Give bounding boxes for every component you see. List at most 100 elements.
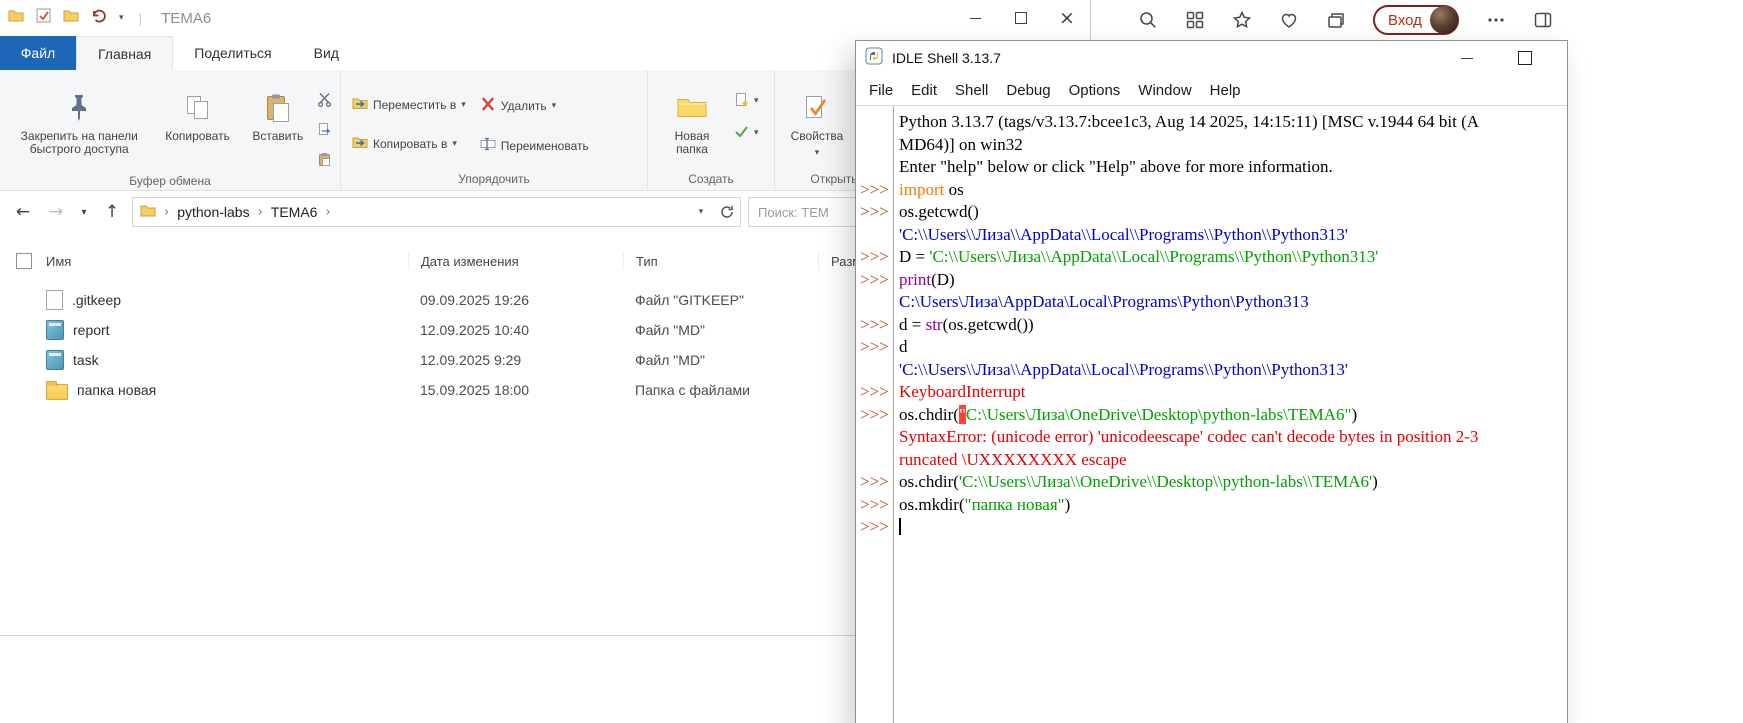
- move-to-icon: [352, 96, 368, 113]
- copy-to-icon: [352, 135, 368, 152]
- copy-path-icon[interactable]: [317, 122, 332, 142]
- rename-button[interactable]: Переименовать: [480, 137, 589, 154]
- shell-line: >>>D = 'C:\\Users\\Лиза\\AppData\\Local\…: [856, 246, 1567, 269]
- pin-to-quick-access-button[interactable]: Закрепить на панели быстрого доступа: [5, 90, 154, 156]
- menu-help[interactable]: Help: [1201, 82, 1250, 99]
- shell-line: 'C:\\Users\\Лиза\\AppData\\Local\\Progra…: [856, 359, 1567, 382]
- idle-app-icon: [865, 47, 883, 70]
- menu-file[interactable]: File: [860, 82, 902, 99]
- qat-undo-icon[interactable]: [91, 8, 107, 29]
- quick-access-toolbar: ▾ |: [8, 8, 145, 29]
- breadcrumb-python-labs[interactable]: python-labs: [177, 204, 249, 220]
- qat-properties-check-icon[interactable]: [36, 8, 51, 28]
- shell-line: >>>import os: [856, 179, 1567, 202]
- file-name: task: [73, 352, 99, 368]
- history-chevron-down-icon[interactable]: ▾: [76, 207, 92, 218]
- refresh-icon[interactable]: [714, 198, 740, 226]
- maximize-button[interactable]: [998, 0, 1044, 36]
- text-cursor: [899, 518, 901, 535]
- shell-line: >>>os.chdir('C:\\Users\\Лиза\\OneDrive\\…: [856, 471, 1567, 494]
- shell-line: >>>print(D): [856, 269, 1567, 292]
- qat-separator: |: [139, 10, 143, 26]
- menu-edit[interactable]: Edit: [902, 82, 946, 99]
- file-type: Файл "MD": [623, 322, 818, 338]
- search-icon[interactable]: [1138, 10, 1158, 30]
- collections-icon[interactable]: [1326, 10, 1346, 30]
- idle-window: IDLE Shell 3.13.7 FileEditShellDebugOpti…: [855, 40, 1568, 723]
- file-name: папка новая: [77, 382, 156, 398]
- edge-toolbar: Вход: [1092, 0, 1743, 40]
- qat-chevron-down-icon[interactable]: ▾: [119, 13, 124, 23]
- up-icon[interactable]: ↑: [99, 202, 125, 222]
- pin-label: Закрепить на панели быстрого доступа: [11, 130, 148, 156]
- close-button[interactable]: ×: [1044, 0, 1090, 36]
- tab-share[interactable]: Поделиться: [173, 36, 292, 70]
- more-options-icon[interactable]: [1486, 10, 1506, 30]
- cut-icon[interactable]: [317, 92, 332, 112]
- shell-line: Python 3.13.7 (tags/v3.13.7:bcee1c3, Aug…: [856, 111, 1567, 134]
- new-folder-button[interactable]: Новая папка: [653, 90, 731, 156]
- copy-icon: [183, 90, 213, 126]
- back-icon[interactable]: ←: [10, 202, 36, 222]
- breadcrumb-chevron[interactable]: ›: [258, 205, 263, 220]
- shell-line: >>>d = str(os.getcwd()): [856, 314, 1567, 337]
- select-all-checkbox[interactable]: [16, 253, 32, 269]
- apps-grid-icon[interactable]: [1185, 10, 1205, 30]
- column-header-type[interactable]: Тип: [623, 252, 818, 270]
- explorer-app-folder-icon: [8, 9, 24, 27]
- file-type: Папка с файлами: [623, 382, 818, 398]
- pin-icon: [68, 90, 90, 126]
- favorites-star-icon[interactable]: [1232, 10, 1252, 30]
- delete-icon: [480, 96, 496, 115]
- properties-button[interactable]: Свойства ▾: [780, 90, 854, 160]
- menu-debug[interactable]: Debug: [997, 82, 1059, 99]
- delete-button[interactable]: Удалить ▾: [480, 96, 589, 115]
- address-box[interactable]: › python-labs › ТЕМА6 › ▾: [132, 197, 741, 227]
- shell-line: C:\Users\Лиза\AppData\Local\Programs\Pyt…: [856, 291, 1567, 314]
- forward-icon: →: [43, 202, 69, 222]
- idle-window-title: IDLE Shell 3.13.7: [892, 50, 1001, 66]
- paste-shortcut-icon[interactable]: [317, 152, 332, 172]
- copy-to-button[interactable]: Копировать в ▾: [352, 135, 466, 152]
- tab-file[interactable]: Файл: [0, 36, 76, 70]
- tab-home[interactable]: Главная: [76, 36, 173, 70]
- copy-label: Копировать: [165, 130, 230, 143]
- file-icon: [46, 350, 64, 370]
- minimize-button[interactable]: [952, 0, 998, 36]
- copy-button[interactable]: Копировать: [154, 90, 242, 143]
- idle-minimize-button[interactable]: [1447, 41, 1487, 75]
- idle-maximize-button[interactable]: [1505, 41, 1545, 75]
- shell-line: >>>KeyboardInterrupt: [856, 381, 1567, 404]
- move-to-button[interactable]: Переместить в ▾: [352, 96, 466, 113]
- breadcrumb-chevron[interactable]: ›: [325, 205, 330, 220]
- new-item-button[interactable]: ▾: [734, 92, 759, 110]
- file-name: .gitkeep: [72, 292, 121, 308]
- column-header-name[interactable]: Имя: [40, 252, 408, 270]
- sidebar-toggle-icon[interactable]: [1533, 10, 1553, 30]
- file-date: 12.09.2025 9:29: [408, 352, 623, 368]
- browser-essentials-icon[interactable]: [1279, 10, 1299, 30]
- ribbon-group-organize: Переместить в ▾ Копировать в ▾: [340, 70, 647, 190]
- breadcrumb-tema6[interactable]: ТЕМА6: [271, 204, 318, 220]
- column-header-date[interactable]: Дата изменения: [408, 252, 623, 270]
- shell-line: >>>os.mkdir("папка новая"): [856, 494, 1567, 517]
- window-title: ТЕМА6: [161, 10, 211, 27]
- tab-view[interactable]: Вид: [293, 36, 360, 70]
- easy-access-button[interactable]: ▾: [734, 124, 759, 142]
- signin-button[interactable]: Вход: [1373, 5, 1459, 35]
- address-dropdown-icon[interactable]: ▾: [688, 198, 714, 226]
- shell-editor[interactable]: Python 3.13.7 (tags/v3.13.7:bcee1c3, Aug…: [856, 105, 1567, 723]
- ribbon-group-clipboard: Закрепить на панели быстрого доступа Коп…: [0, 70, 340, 190]
- menu-shell[interactable]: Shell: [946, 82, 997, 99]
- file-type: Файл "MD": [623, 352, 818, 368]
- group-label-create: Создать: [653, 170, 769, 190]
- menu-options[interactable]: Options: [1060, 82, 1130, 99]
- file-date: 12.09.2025 10:40: [408, 322, 623, 338]
- paste-button[interactable]: Вставить: [242, 90, 314, 143]
- menu-window[interactable]: Window: [1129, 82, 1200, 99]
- breadcrumb-chevron: ›: [164, 205, 169, 220]
- file-date: 09.09.2025 19:26: [408, 292, 623, 308]
- avatar: [1430, 6, 1458, 34]
- chevron-down-icon: ▾: [461, 100, 466, 110]
- qat-new-folder-icon[interactable]: [63, 9, 79, 27]
